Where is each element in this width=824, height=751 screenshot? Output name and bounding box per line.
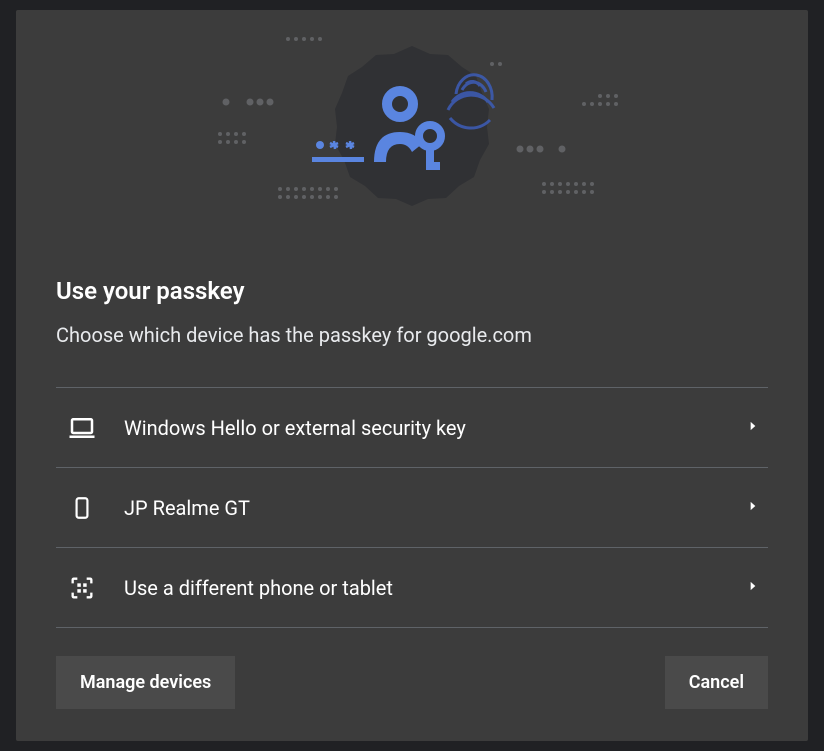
laptop-icon bbox=[64, 410, 100, 446]
option-label: JP Realme GT bbox=[124, 496, 746, 520]
cancel-button[interactable]: Cancel bbox=[665, 656, 768, 709]
hero-illustration bbox=[16, 10, 808, 237]
option-different-device[interactable]: Use a different phone or tablet bbox=[56, 548, 768, 628]
phone-icon bbox=[64, 490, 100, 526]
manage-devices-button[interactable]: Manage devices bbox=[56, 656, 235, 709]
option-realme-gt[interactable]: JP Realme GT bbox=[56, 468, 768, 548]
dialog-title: Use your passkey bbox=[56, 277, 768, 305]
option-label: Windows Hello or external security key bbox=[124, 416, 746, 440]
passkey-dialog: Use your passkey Choose which device has… bbox=[16, 10, 808, 741]
chevron-right-icon bbox=[746, 578, 760, 597]
dialog-content: Use your passkey Choose which device has… bbox=[16, 237, 808, 628]
dialog-subtitle: Choose which device has the passkey for … bbox=[56, 323, 768, 347]
qr-icon bbox=[64, 570, 100, 606]
device-options-list: Windows Hello or external security key J… bbox=[56, 387, 768, 628]
chevron-right-icon bbox=[746, 498, 760, 517]
chevron-right-icon bbox=[746, 418, 760, 437]
dialog-footer: Manage devices Cancel bbox=[16, 628, 808, 741]
option-label: Use a different phone or tablet bbox=[124, 576, 746, 600]
option-windows-hello[interactable]: Windows Hello or external security key bbox=[56, 388, 768, 468]
passkey-hero-icon bbox=[202, 24, 622, 224]
